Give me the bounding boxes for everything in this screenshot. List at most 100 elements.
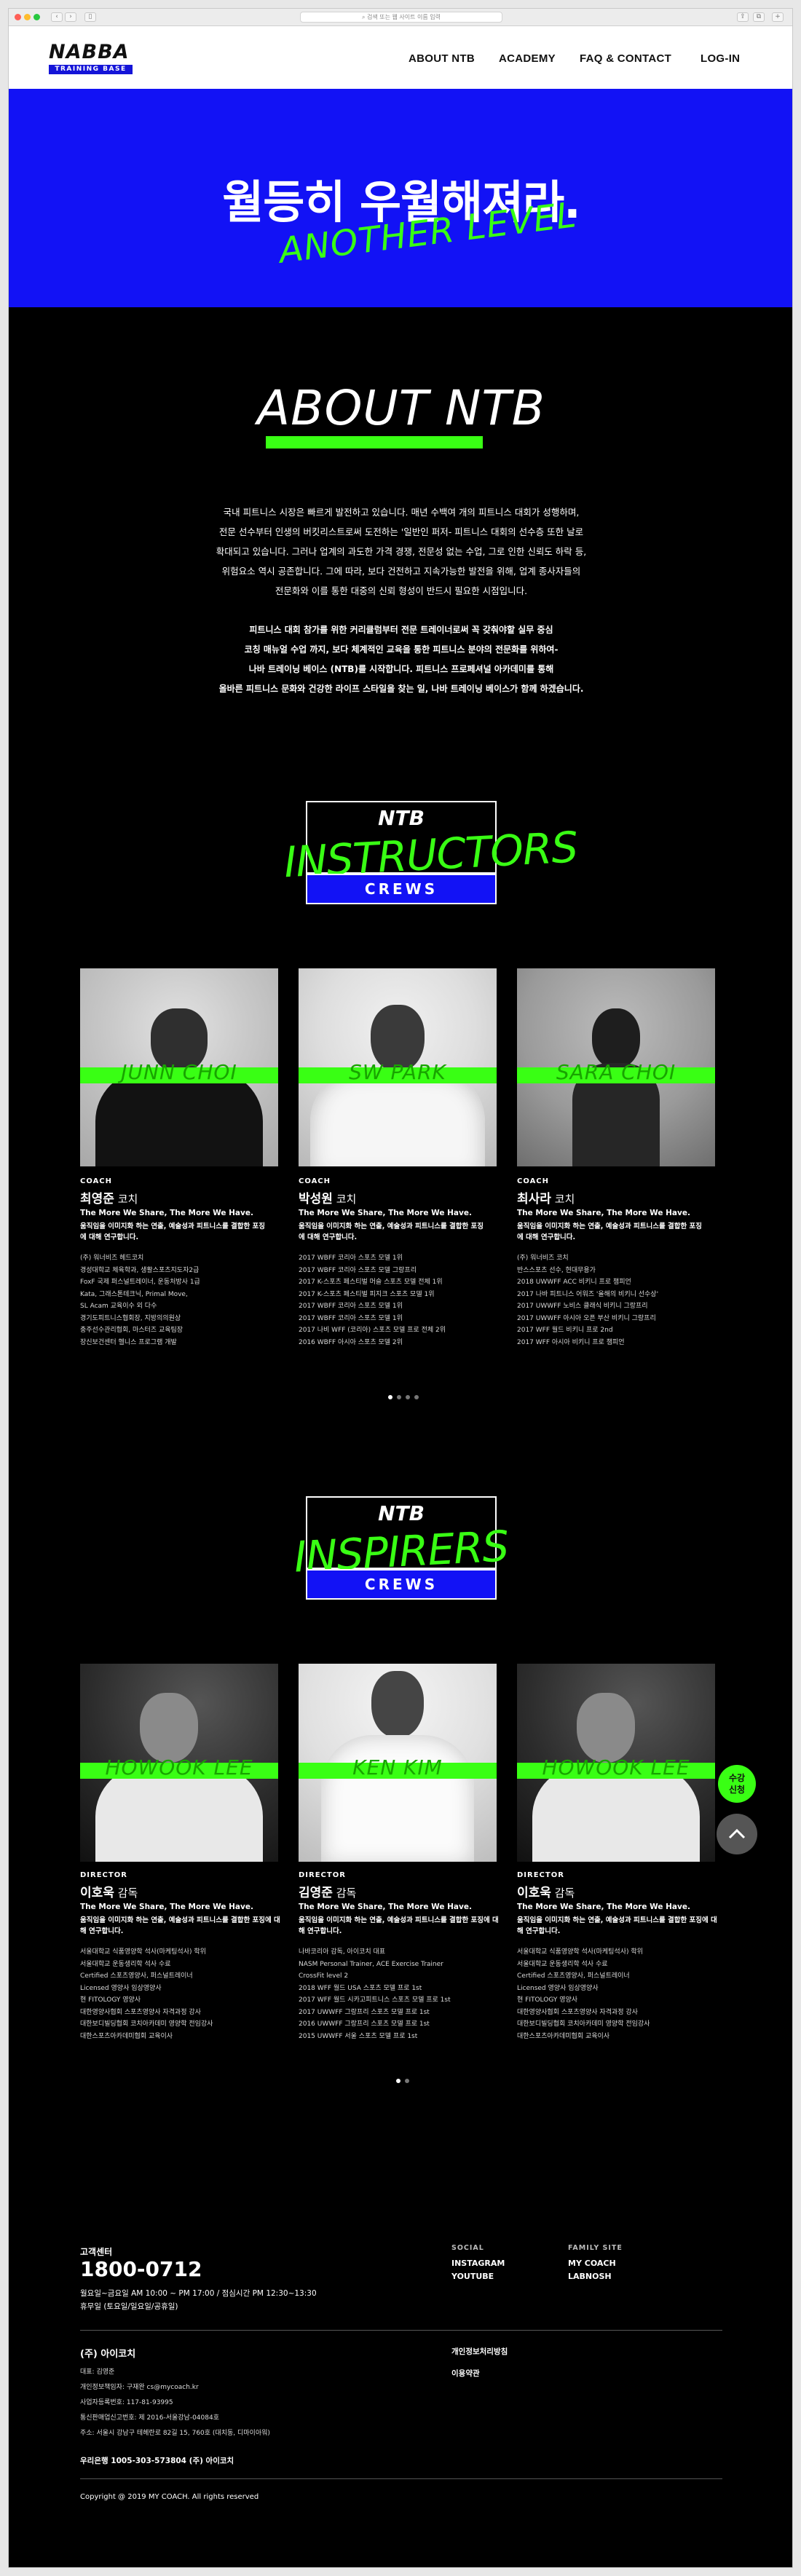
card-description: 움직임을 이미지화 하는 연출, 예술성과 피트니스를 결합한 포징에 대해 연… bbox=[80, 1222, 266, 1241]
credential-item: 대한스포츠아카데미협회 교육이사 bbox=[80, 2032, 173, 2040]
credential-item: 2015 UWWFF 서울 스포츠 모델 프로 1st bbox=[299, 2032, 418, 2040]
search-icon: ⌕ bbox=[361, 14, 367, 20]
about-line: 전문 선수부터 인생의 버킷리스트로써 도전하는 '일반인 퍼저- 피트니스 대… bbox=[218, 526, 584, 537]
badge-crews: CREWS bbox=[306, 874, 497, 904]
instagram-link[interactable]: INSTAGRAM bbox=[451, 2259, 505, 2268]
apply-course-button[interactable]: 수강 신청 bbox=[718, 1765, 756, 1803]
cs-holiday: 휴무일 (토요일/일요일/공휴일) bbox=[80, 2302, 178, 2311]
photo-figure bbox=[371, 1671, 424, 1738]
youtube-link[interactable]: YOUTUBE bbox=[451, 2272, 494, 2281]
close-window-button[interactable] bbox=[15, 14, 21, 20]
credential-item: 장신보건센터 헬니스 프로그램 개발 bbox=[80, 1338, 177, 1346]
card-name-text: 최사라 bbox=[517, 1192, 551, 1206]
credential-item: Kata, 그래스톤테크닉, Primal Move, bbox=[80, 1290, 188, 1298]
chevron-up-icon bbox=[728, 1828, 746, 1839]
mycoach-link[interactable]: MY COACH bbox=[568, 2259, 616, 2268]
inspirer-photo[interactable]: HOWOOK LEE bbox=[517, 1664, 715, 1862]
forward-arrow-icon[interactable]: › bbox=[65, 12, 76, 22]
credential-item: 2017 WBFF 코리아 스포츠 모델 1위 bbox=[299, 1314, 403, 1322]
credential-item: 2017 UWWFF 그랑프리 스포츠 모델 프로 1st bbox=[299, 2008, 430, 2016]
photo-figure bbox=[321, 1735, 474, 1862]
terms-link[interactable]: 이용약관 bbox=[451, 2368, 480, 2379]
card-role: DIRECTOR bbox=[299, 1871, 346, 1879]
credential-item: 경기도피트니스협회장, 지방의의원상 bbox=[80, 1314, 181, 1322]
credential-item: Licensed 영양사 임상영양사 bbox=[80, 1984, 162, 1992]
about-line: 올바른 피트니스 문화와 건강한 라이프 스타일을 찾는 일, 나바 트레이닝 … bbox=[218, 684, 584, 694]
credential-item: Certified 스포츠영양사, 퍼스널트레이너 bbox=[80, 1972, 193, 1980]
credential-item: 2017 K-스포츠 페스티벌 머슬 스포츠 모델 전체 1위 bbox=[299, 1279, 443, 1286]
labnosh-link[interactable]: LABNOSH bbox=[568, 2272, 612, 2281]
instructor-photo[interactable]: SARA CHOI bbox=[517, 968, 715, 1166]
carousel-dot[interactable] bbox=[406, 1395, 410, 1399]
carousel-dot[interactable] bbox=[396, 2079, 400, 2083]
minimize-window-button[interactable] bbox=[24, 14, 31, 20]
company-info-line: 사업자등록번호: 117-81-93995 bbox=[80, 2399, 173, 2406]
cs-phone[interactable]: 1800-0712 bbox=[80, 2257, 202, 2281]
carousel-dot[interactable] bbox=[397, 1395, 401, 1399]
card-name-text: 이호욱 bbox=[517, 1886, 551, 1900]
nav-login[interactable]: LOG-IN bbox=[701, 52, 740, 65]
card-credentials: (주) 워너비즈 코치 반스스포츠 선수, 현대무용가 2018 UWWFF ACC… bbox=[517, 1252, 714, 1348]
card-role: DIRECTOR bbox=[517, 1871, 564, 1879]
about-line: 국내 피트니스 시장은 빠르게 발전하고 있습니다. 매년 수백여 개의 피트니… bbox=[223, 507, 580, 518]
logo-wordmark: NABBA bbox=[49, 41, 130, 63]
inspirers-badge: NTB INSPIRERS CREWS bbox=[293, 1496, 510, 1600]
inspirer-photo[interactable]: HOWOOK LEE bbox=[80, 1664, 278, 1862]
carousel-dot[interactable] bbox=[414, 1395, 419, 1399]
photo-figure bbox=[592, 1008, 640, 1068]
share-icon[interactable]: ⇪ bbox=[737, 12, 749, 22]
maximize-window-button[interactable] bbox=[33, 14, 40, 20]
scroll-top-button[interactable] bbox=[717, 1814, 757, 1854]
photo-name-label: SW PARK bbox=[349, 1060, 446, 1084]
card-role: DIRECTOR bbox=[80, 1871, 127, 1879]
photo-figure bbox=[95, 1070, 263, 1166]
credential-item: 대한영양사협회 스포츠영양사 자격과정 강사 bbox=[517, 2008, 638, 2016]
photo-figure bbox=[310, 1070, 485, 1166]
credential-item: 2017 WFF 아시아 비키니 프로 챔피언 bbox=[517, 1338, 625, 1346]
company-info: 대표: 김영준 개인정보책임자: 구재완 cs@mycoach.kr 사업자등록… bbox=[80, 2365, 270, 2441]
card-motto: The More We Share, The More We Have. bbox=[517, 1903, 690, 1911]
new-tab-icon[interactable]: + bbox=[772, 12, 784, 22]
card-title: 감독 bbox=[551, 1886, 575, 1900]
nav-about[interactable]: ABOUT NTB bbox=[409, 52, 475, 65]
instructor-photo[interactable]: JUNN CHOI bbox=[80, 968, 278, 1166]
card-motto: The More We Share, The More We Have. bbox=[80, 1903, 253, 1911]
card-name-text: 최영준 bbox=[80, 1192, 114, 1206]
credential-item: 서울대학교 운동생리학 석사 수료 bbox=[517, 1960, 608, 1968]
about-line: 피트니스 대회 참가를 위한 커리큘럼부터 전문 트레이너로써 꼭 갖춰야할 실… bbox=[249, 625, 553, 635]
apply-course-label: 수강 신청 bbox=[728, 1773, 746, 1795]
nav-academy[interactable]: ACADEMY bbox=[499, 52, 556, 65]
credential-item: 대한스포츠아카데미협회 교육이사 bbox=[517, 2032, 610, 2040]
card-name: 이호욱 감독 bbox=[517, 1882, 575, 1900]
address-bar[interactable]: ⌕ 검색 또는 웹 사이트 이름 입력 bbox=[300, 12, 502, 23]
browser-toolbar: ‹ › ▯ ⌕ 검색 또는 웹 사이트 이름 입력 ⇪ ⧉ + bbox=[9, 9, 792, 26]
card-description: 움직임을 이미지화 하는 연출, 예술성과 피트니스를 결합한 포징에 대해 연… bbox=[299, 1916, 499, 1935]
credential-item: 2018 UWWFF ACC 비키니 프로 챔피언 bbox=[517, 1279, 631, 1286]
credential-item: 대한영양사협회 스포츠영양사 자격과정 강사 bbox=[80, 2008, 201, 2016]
credential-item: 대한보디빌딩협회 코치아카데미 영양학 전임강사 bbox=[517, 2020, 650, 2028]
photo-figure bbox=[577, 1693, 636, 1763]
privacy-policy-link[interactable]: 개인정보처리방침 bbox=[451, 2346, 508, 2357]
about-line: 코칭 매뉴얼 수업 까지, 보다 체계적인 교육을 통한 피트니스 분야의 전문… bbox=[244, 644, 559, 655]
site-logo[interactable]: NABBA TRAINING BASE bbox=[49, 42, 133, 74]
card-motto: The More We Share, The More We Have. bbox=[299, 1209, 472, 1217]
credential-item: 나바코리아 감독, 아이코치 대표 bbox=[299, 1948, 386, 1956]
credential-item: 충주선수관리협회, 마스터즈 교육팀장 bbox=[80, 1327, 184, 1334]
instructor-photo[interactable]: SW PARK bbox=[299, 968, 497, 1166]
back-arrow-icon[interactable]: ‹ bbox=[51, 12, 63, 22]
company-info-line: 주소: 서울시 강남구 테헤란로 82길 15, 760호 (대치동, 디마이아… bbox=[80, 2430, 270, 2437]
nav-faq-contact[interactable]: FAQ & CONTACT bbox=[580, 52, 671, 65]
card-role: COACH bbox=[80, 1177, 113, 1185]
card-description: 움직임을 이미지화 하는 연출, 예술성과 피트니스를 결합한 포징에 대해 연… bbox=[299, 1222, 484, 1241]
sidebar-icon[interactable]: ▯ bbox=[84, 12, 96, 22]
about-paragraph-1: 국내 피트니스 시장은 빠르게 발전하고 있습니다. 매년 수백여 개의 피트니… bbox=[162, 502, 641, 601]
carousel-dot[interactable] bbox=[388, 1395, 392, 1399]
card-title: 코치 bbox=[551, 1193, 575, 1206]
tabs-icon[interactable]: ⧉ bbox=[753, 12, 765, 22]
credential-item: 서울대학교 운동생리학 석사 수료 bbox=[80, 1960, 171, 1968]
social-label: SOCIAL bbox=[451, 2244, 484, 2252]
instructors-badge: NTB INSTRUCTORS CREWS bbox=[283, 801, 579, 904]
carousel-dot[interactable] bbox=[405, 2079, 409, 2083]
credential-item: 서울대학교 식품영양학 석사(마케팅석사) 학위 bbox=[80, 1948, 206, 1956]
inspirer-photo[interactable]: KEN KIM bbox=[299, 1664, 497, 1862]
